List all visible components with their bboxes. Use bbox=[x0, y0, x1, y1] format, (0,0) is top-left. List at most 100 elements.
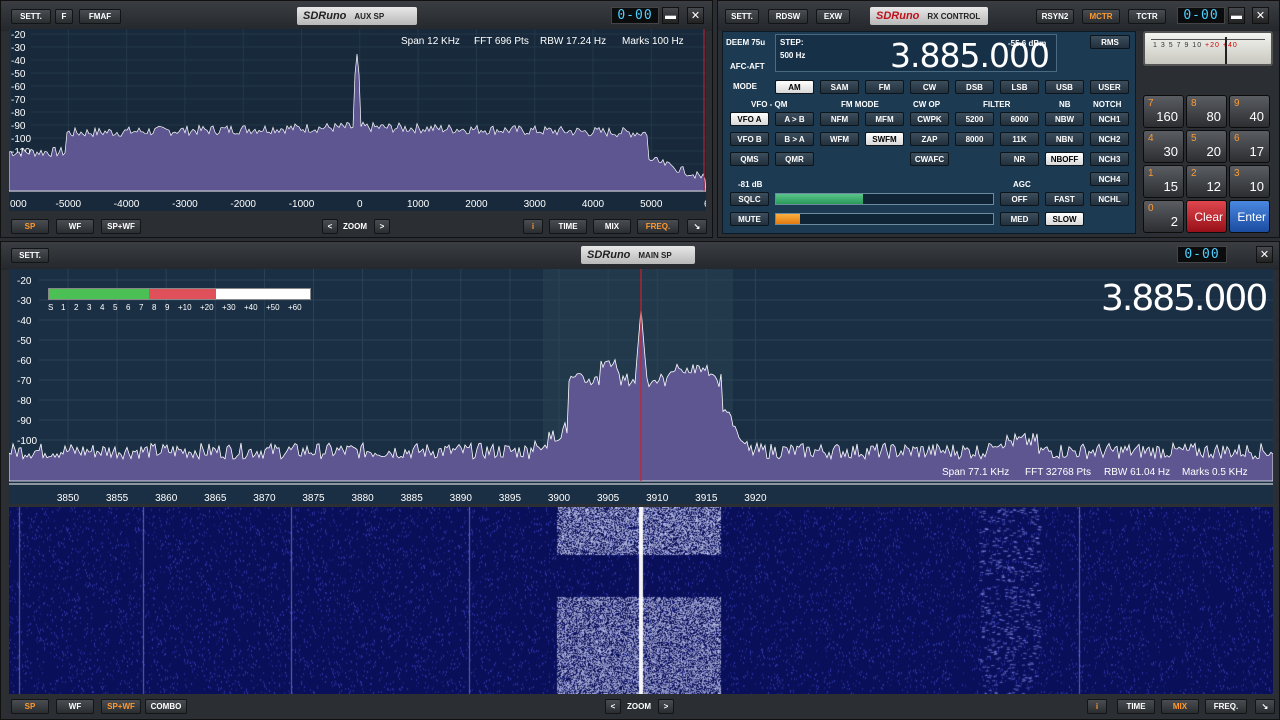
keypad-2-button[interactable]: 02 bbox=[1143, 200, 1184, 233]
keypad-12-button[interactable]: 2 12 bbox=[1186, 165, 1227, 198]
agc-off-button[interactable]: OFF bbox=[1000, 192, 1039, 206]
main-close-button[interactable]: ✕ bbox=[1256, 246, 1273, 263]
main-freq-button[interactable]: FREQ. bbox=[1205, 699, 1247, 714]
aux-wf-button[interactable]: WF bbox=[56, 219, 94, 234]
keypad-40-button[interactable]: 9 40 bbox=[1229, 95, 1270, 128]
exw-button[interactable]: EXW bbox=[816, 9, 850, 24]
keypad-enter-button[interactable]: Enter bbox=[1229, 200, 1270, 233]
aux-resize-handle[interactable]: ↘ bbox=[687, 219, 707, 234]
afc-aft-label[interactable]: AFC-AFT bbox=[730, 62, 765, 71]
keypad-17-button[interactable]: 6 17 bbox=[1229, 130, 1270, 163]
swfm-button[interactable]: SWFM bbox=[865, 132, 904, 146]
agc-med-button[interactable]: MED bbox=[1000, 212, 1039, 226]
nch3-button[interactable]: NCH3 bbox=[1090, 152, 1129, 166]
main-wf-button[interactable]: WF bbox=[56, 699, 94, 714]
volume-slider[interactable] bbox=[775, 213, 994, 225]
nfm-button[interactable]: NFM bbox=[820, 112, 859, 126]
mctr-button[interactable]: MCTR bbox=[1082, 9, 1120, 24]
nbn-button[interactable]: NBN bbox=[1045, 132, 1084, 146]
aux-fmaf-button[interactable]: FMAF bbox=[79, 9, 121, 24]
filter-8000-button[interactable]: 8000 bbox=[955, 132, 994, 146]
agc-slow-button[interactable]: SLOW bbox=[1045, 212, 1084, 226]
main-combo-button[interactable]: COMBO bbox=[145, 699, 187, 714]
mfm-button[interactable]: MFM bbox=[865, 112, 904, 126]
keypad-160-button[interactable]: 7 160 bbox=[1143, 95, 1184, 128]
keypad-30-button[interactable]: 4 30 bbox=[1143, 130, 1184, 163]
main-y-tick: -70 bbox=[17, 376, 32, 387]
nch1-button[interactable]: NCH1 bbox=[1090, 112, 1129, 126]
mode-fm-button[interactable]: FM bbox=[865, 80, 904, 94]
keypad-15-button[interactable]: 1 15 bbox=[1143, 165, 1184, 198]
zap-button[interactable]: ZAP bbox=[910, 132, 949, 146]
main-sett-button[interactable]: SETT. bbox=[11, 248, 49, 263]
rx-close-button[interactable]: ✕ bbox=[1252, 7, 1269, 24]
aux-freq-button[interactable]: FREQ. bbox=[637, 219, 679, 234]
rdsw-button[interactable]: RDSW bbox=[768, 9, 808, 24]
aux-sett-button[interactable]: SETT. bbox=[11, 9, 51, 24]
aux-spwf-button[interactable]: SP+WF bbox=[101, 219, 141, 234]
main-zoom-out-button[interactable]: < bbox=[605, 699, 621, 714]
nboff-button[interactable]: NBOFF bbox=[1045, 152, 1084, 166]
filter-11k-button[interactable]: 11K bbox=[1000, 132, 1039, 146]
deem-label[interactable]: DEEM 75u bbox=[726, 38, 765, 47]
waterfall-display[interactable] bbox=[9, 507, 1273, 694]
filter-6000-button[interactable]: 6000 bbox=[1000, 112, 1039, 126]
keypad-80-button[interactable]: 8 80 bbox=[1186, 95, 1227, 128]
main-resize-handle[interactable]: ↘ bbox=[1255, 699, 1275, 714]
nchl-button[interactable]: NCHL bbox=[1090, 192, 1129, 206]
mode-usb-button[interactable]: USB bbox=[1045, 80, 1084, 94]
aux-zoom-out-button[interactable]: < bbox=[322, 219, 338, 234]
aux-sp-button[interactable]: SP bbox=[11, 219, 49, 234]
analog-s-meter: 1 3 5 7 9 10 +20 +40 bbox=[1143, 31, 1273, 66]
nr-button[interactable]: NR bbox=[1000, 152, 1039, 166]
aux-spectrum[interactable]: -20-30-40-50-60-70-80-90-100-110-120-130… bbox=[9, 29, 706, 211]
nch4-button[interactable]: NCH4 bbox=[1090, 172, 1129, 186]
nch2-button[interactable]: NCH2 bbox=[1090, 132, 1129, 146]
keypad-clear-button[interactable]: Clear bbox=[1186, 200, 1227, 233]
main-sp-button[interactable]: SP bbox=[11, 699, 49, 714]
wfm-button[interactable]: WFM bbox=[820, 132, 859, 146]
agc-fast-button[interactable]: FAST bbox=[1045, 192, 1084, 206]
cwafc-button[interactable]: CWAFC bbox=[910, 152, 949, 166]
keypad-20-button[interactable]: 5 20 bbox=[1186, 130, 1227, 163]
mode-am-button[interactable]: AM bbox=[775, 80, 814, 94]
rx-sett-button[interactable]: SETT. bbox=[725, 9, 759, 24]
aux-minimize-button[interactable]: ▬ bbox=[662, 7, 679, 24]
aux-f-button[interactable]: F bbox=[55, 9, 73, 24]
aux-mix-button[interactable]: MIX bbox=[593, 219, 631, 234]
mode-lsb-button[interactable]: LSB bbox=[1000, 80, 1039, 94]
main-y-tick: -90 bbox=[17, 416, 32, 427]
main-zoom-in-button[interactable]: > bbox=[658, 699, 674, 714]
aux-x-tick: -4000 bbox=[114, 199, 140, 210]
main-spwf-button[interactable]: SP+WF bbox=[101, 699, 141, 714]
vfo-a-button[interactable]: VFO A bbox=[730, 112, 769, 126]
mode-sam-button[interactable]: SAM bbox=[820, 80, 859, 94]
a-to-b-button[interactable]: A > B bbox=[775, 112, 814, 126]
mode-user-button[interactable]: USER bbox=[1090, 80, 1129, 94]
mode-dsb-button[interactable]: DSB bbox=[955, 80, 994, 94]
mode-cw-button[interactable]: CW bbox=[910, 80, 949, 94]
aux-close-button[interactable]: ✕ bbox=[687, 7, 704, 24]
main-mix-button[interactable]: MIX bbox=[1161, 699, 1199, 714]
qms-button[interactable]: QMS bbox=[730, 152, 769, 166]
aux-zoom-in-button[interactable]: > bbox=[374, 219, 390, 234]
main-info-button[interactable]: i bbox=[1087, 699, 1107, 714]
sqlc-button[interactable]: SQLC bbox=[730, 192, 769, 206]
rx-minimize-button[interactable]: ▬ bbox=[1228, 7, 1245, 24]
frequency-display[interactable]: STEP: 500 Hz 3.885.000 -55.6 dBm bbox=[775, 34, 1057, 75]
aux-info-button[interactable]: i bbox=[523, 219, 543, 234]
mute-button[interactable]: MUTE bbox=[730, 212, 769, 226]
keypad-10-button[interactable]: 3 10 bbox=[1229, 165, 1270, 198]
main-time-button[interactable]: TIME bbox=[1117, 699, 1155, 714]
rsyn2-button[interactable]: RSYN2 bbox=[1036, 9, 1074, 24]
nbw-button[interactable]: NBW bbox=[1045, 112, 1084, 126]
tctr-button[interactable]: TCTR bbox=[1128, 9, 1166, 24]
aux-time-button[interactable]: TIME bbox=[549, 219, 587, 234]
qmr-button[interactable]: QMR bbox=[775, 152, 814, 166]
squelch-slider[interactable] bbox=[775, 193, 994, 205]
b-to-a-button[interactable]: B > A bbox=[775, 132, 814, 146]
filter-5200-button[interactable]: 5200 bbox=[955, 112, 994, 126]
rms-button[interactable]: RMS bbox=[1090, 35, 1130, 49]
vfo-b-button[interactable]: VFO B bbox=[730, 132, 769, 146]
cwpk-button[interactable]: CWPK bbox=[910, 112, 949, 126]
